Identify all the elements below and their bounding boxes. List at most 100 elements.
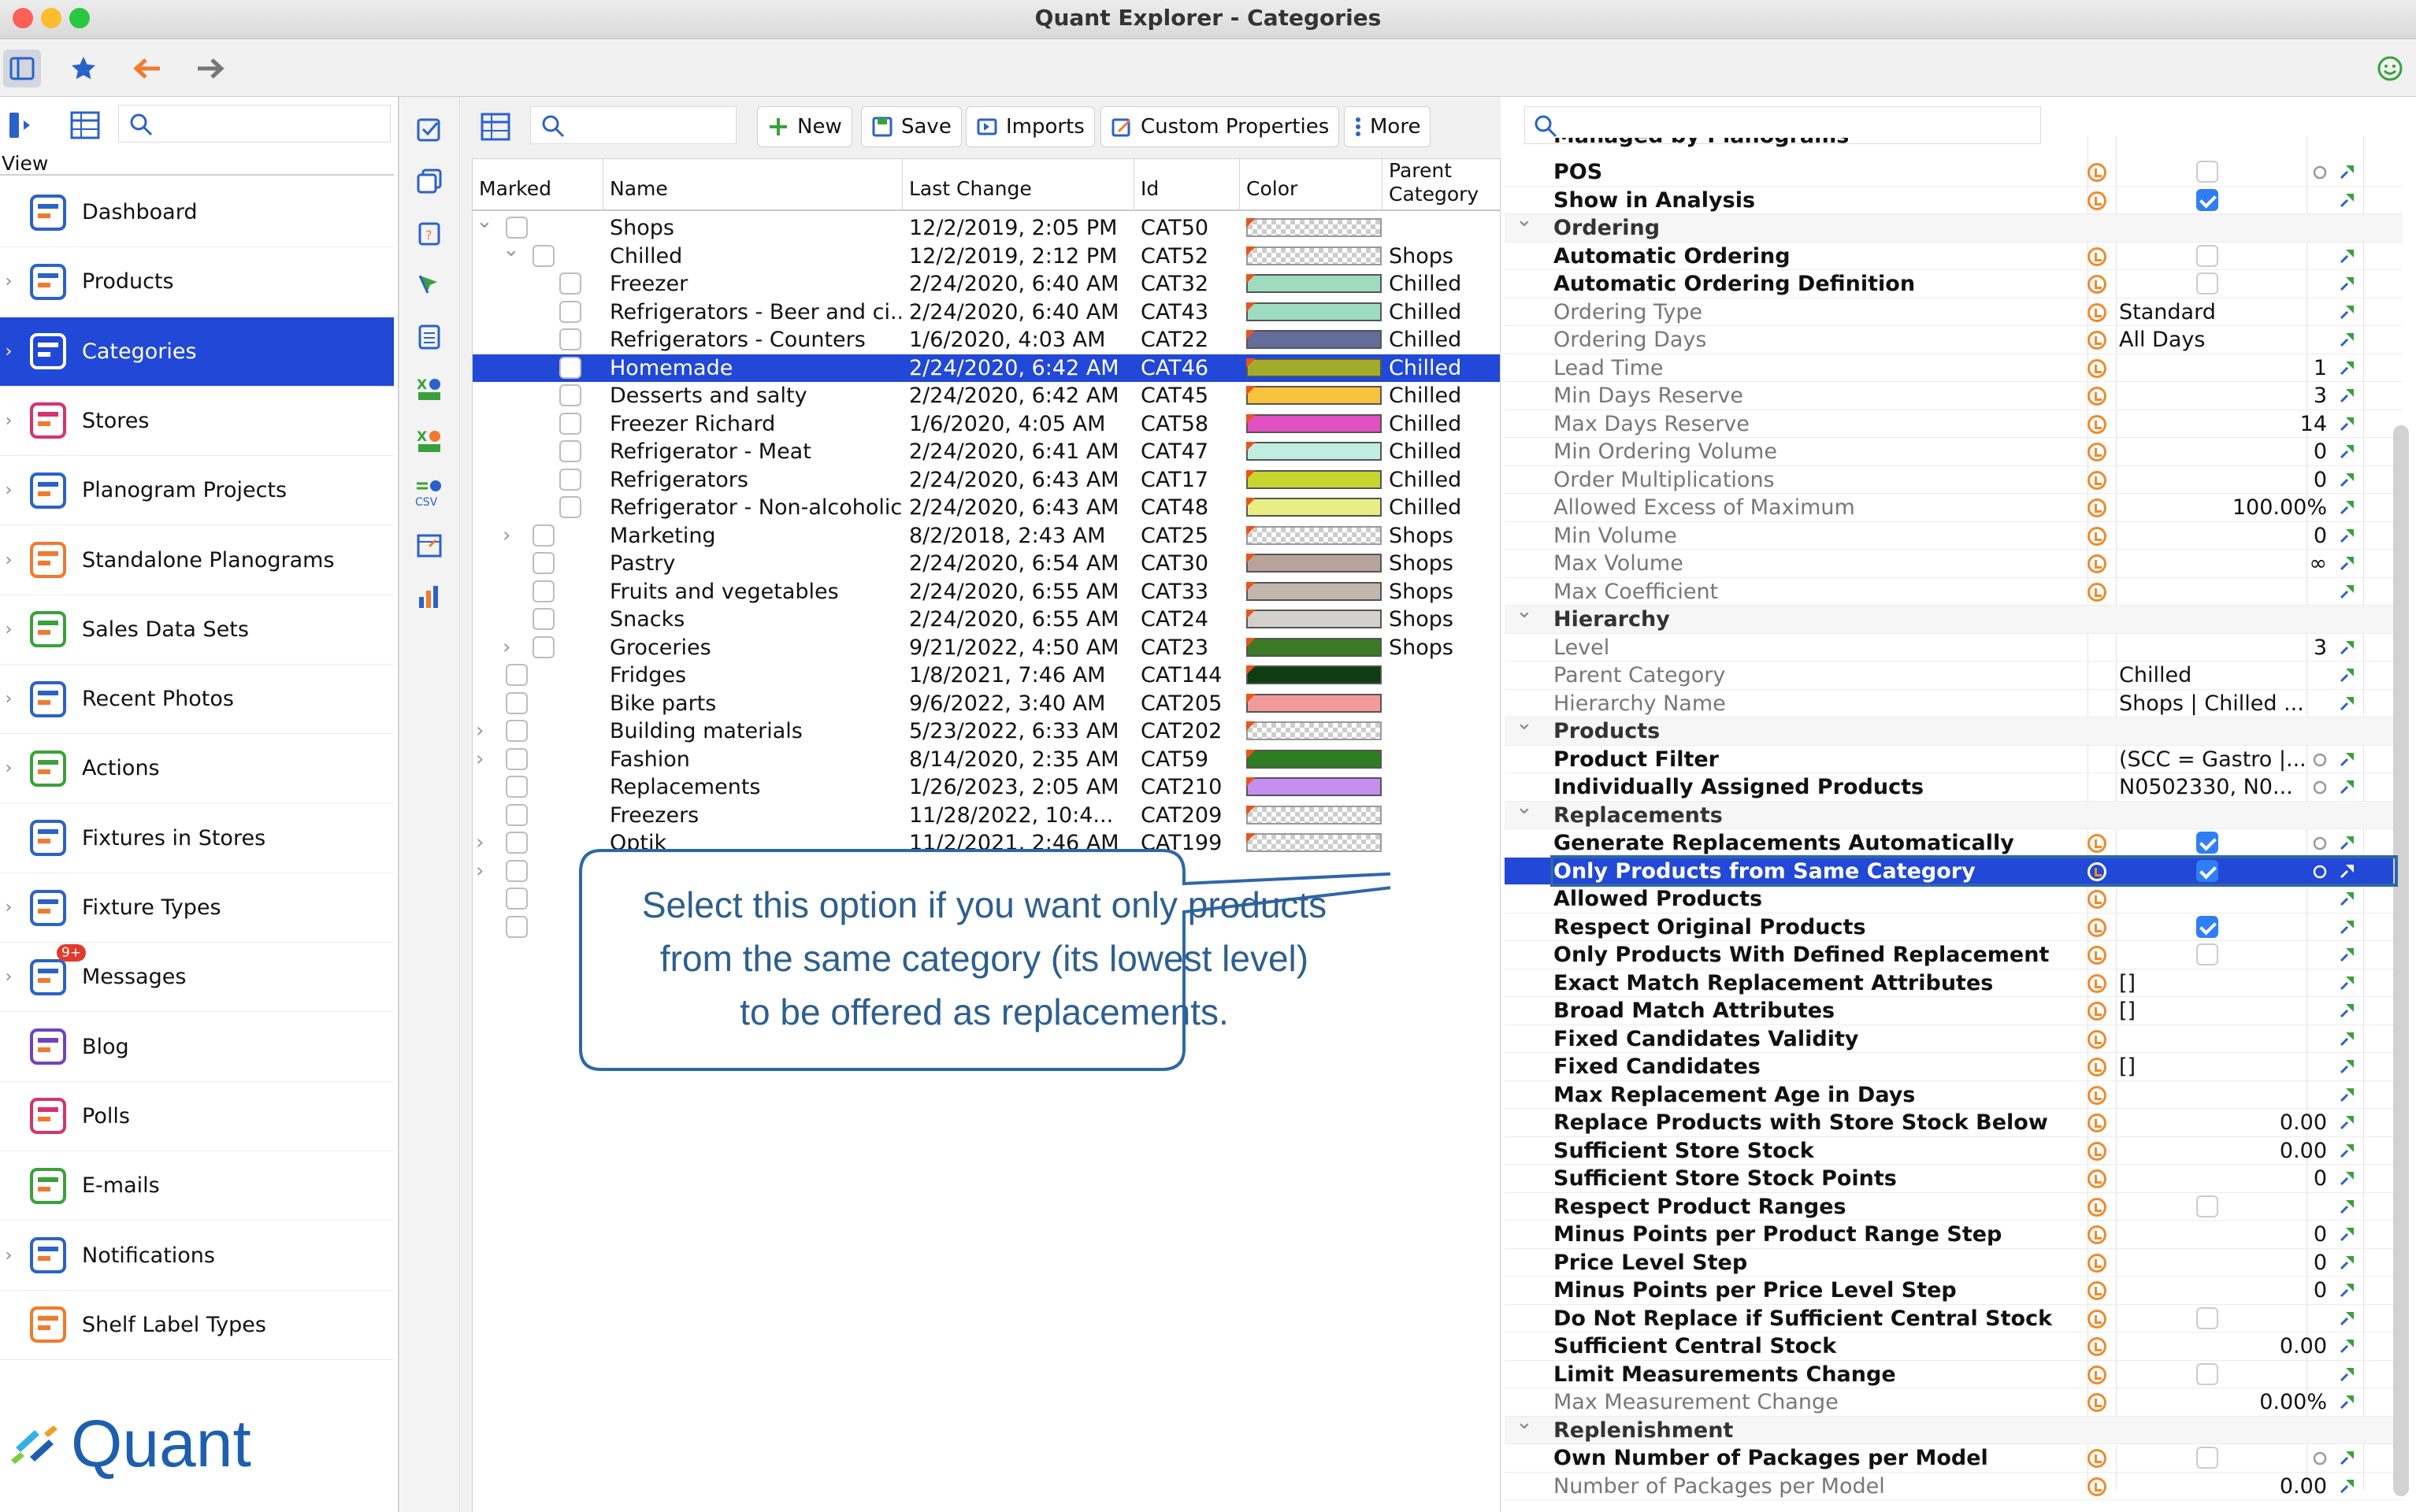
pin-property-icon[interactable] xyxy=(2338,1141,2357,1160)
property-row[interactable]: Individually Assigned Products N0502330, … xyxy=(1505,773,2403,802)
property-checkbox[interactable] xyxy=(2196,244,2218,267)
override-icon[interactable] xyxy=(2088,1058,2106,1077)
pin-property-icon[interactable] xyxy=(2338,665,2357,684)
smiley-feedback-icon[interactable] xyxy=(2371,50,2409,87)
property-value[interactable]: [] xyxy=(2119,1053,2136,1081)
property-row[interactable]: Minus Points per Price Level Step 0 xyxy=(1505,1277,2403,1305)
property-value[interactable]: 0.00 xyxy=(2280,1109,2327,1137)
row-checkbox[interactable] xyxy=(506,888,528,910)
property-group-header[interactable]: ⌄ Hierarchy xyxy=(1505,599,2403,634)
copy-icon[interactable] xyxy=(411,163,447,199)
override-icon[interactable] xyxy=(2088,1169,2106,1188)
row-checkbox[interactable] xyxy=(559,384,581,406)
property-row[interactable]: Do Not Replace if Sufficient Central Sto… xyxy=(1505,1305,2403,1332)
pin-property-icon[interactable] xyxy=(2338,1169,2357,1188)
property-checkbox[interactable] xyxy=(2196,272,2218,295)
nav-item-categories[interactable]: › Categories xyxy=(0,317,394,387)
property-row[interactable]: Replace Products with Store Stock Below 0… xyxy=(1505,1109,2403,1137)
custom-properties-button[interactable]: Custom Properties xyxy=(1100,106,1340,147)
color-swatch[interactable] xyxy=(1246,413,1382,433)
override-icon[interactable] xyxy=(2088,1281,2106,1300)
table-edit-icon[interactable] xyxy=(411,527,447,563)
pin-property-icon[interactable] xyxy=(2338,498,2357,517)
property-row[interactable]: Automatic Ordering xyxy=(1505,243,2403,270)
favorites-star-icon[interactable] xyxy=(65,50,102,87)
property-value[interactable]: 0 xyxy=(2314,1277,2327,1305)
nav-item-e-mails[interactable]: E-mails xyxy=(0,1151,394,1221)
chevron-right-icon[interactable]: › xyxy=(0,411,17,431)
property-row[interactable]: POS xyxy=(1505,158,2403,187)
collapse-group-icon[interactable]: ⌄ xyxy=(1516,710,1533,737)
back-arrow-icon[interactable] xyxy=(129,50,167,87)
pin-property-icon[interactable] xyxy=(2338,1113,2357,1132)
row-checkbox[interactable] xyxy=(533,636,555,658)
table-row[interactable]: Refrigerators - Beer and ci... 2/24/2020,… xyxy=(473,298,1500,327)
pin-property-icon[interactable] xyxy=(2338,917,2357,936)
color-swatch[interactable] xyxy=(1246,386,1382,405)
pin-property-icon[interactable] xyxy=(2338,1365,2357,1384)
pin-property-icon[interactable] xyxy=(2338,833,2357,852)
property-row[interactable]: Min Days Reserve 3 xyxy=(1505,382,2403,410)
row-checkbox[interactable] xyxy=(533,580,555,602)
override-icon[interactable] xyxy=(2088,526,2106,546)
table-row[interactable]: Refrigerator - Non-alcoholic 2/24/2020, 6… xyxy=(473,494,1500,522)
expand-toggle-icon[interactable]: › xyxy=(476,717,484,745)
property-row[interactable]: Max Measurement Change 0.00% xyxy=(1505,1388,2403,1417)
pin-property-icon[interactable] xyxy=(2338,1392,2357,1411)
row-checkbox[interactable] xyxy=(559,440,581,462)
pin-property-icon[interactable] xyxy=(2338,777,2357,796)
collapse-group-icon[interactable]: ⌄ xyxy=(1516,206,1533,234)
property-value[interactable]: 0 xyxy=(2314,1249,2327,1277)
pin-property-icon[interactable] xyxy=(2338,889,2357,908)
nav-item-fixtures-in-stores[interactable]: Fixtures in Stores xyxy=(0,804,394,873)
color-swatch[interactable] xyxy=(1246,610,1382,628)
pin-property-icon[interactable] xyxy=(2338,554,2357,573)
override-icon[interactable] xyxy=(2088,443,2106,461)
forward-arrow-icon[interactable] xyxy=(191,50,228,87)
override-icon[interactable] xyxy=(2088,1029,2106,1049)
row-checkbox[interactable] xyxy=(533,524,555,547)
property-row[interactable]: Own Number of Packages per Model xyxy=(1505,1444,2403,1473)
grid-view-icon[interactable] xyxy=(478,109,513,144)
list-view-icon[interactable] xyxy=(68,108,102,143)
override-icon[interactable] xyxy=(2088,470,2106,490)
property-row[interactable]: Parent Category Chilled xyxy=(1505,662,2403,690)
property-row[interactable]: Limit Measurements Change xyxy=(1505,1361,2403,1388)
property-value[interactable]: 0.00 xyxy=(2280,1137,2327,1166)
collapse-panel-icon[interactable] xyxy=(5,108,39,143)
color-swatch[interactable] xyxy=(1246,777,1382,796)
property-value[interactable]: 0 xyxy=(2314,1221,2327,1249)
override-icon[interactable] xyxy=(2088,1225,2106,1244)
property-value[interactable]: 0 xyxy=(2314,1165,2327,1193)
override-icon[interactable] xyxy=(2088,275,2106,294)
expand-toggle-icon[interactable]: › xyxy=(476,858,484,885)
property-row[interactable]: Show in Analysis xyxy=(1505,187,2403,214)
color-swatch[interactable] xyxy=(1246,581,1382,601)
property-row[interactable]: Allowed Excess of Maximum 100.00% xyxy=(1505,494,2403,522)
color-swatch[interactable] xyxy=(1246,274,1382,293)
color-swatch[interactable] xyxy=(1246,498,1382,517)
column-header-color[interactable]: Color xyxy=(1240,159,1382,211)
property-value[interactable]: 0.00 xyxy=(2280,1473,2327,1501)
pin-property-icon[interactable] xyxy=(2338,442,2357,461)
nav-item-actions[interactable]: › Actions xyxy=(0,734,394,804)
property-row[interactable]: Sufficient Store Stock 0.00 xyxy=(1505,1137,2403,1166)
row-checkbox[interactable] xyxy=(506,776,528,798)
column-header-parent-category[interactable]: Parent Category xyxy=(1382,159,1500,211)
property-row[interactable]: Max Replacement Age in Days xyxy=(1505,1081,2403,1109)
row-checkbox[interactable] xyxy=(559,328,581,350)
property-row[interactable]: Allowed Products xyxy=(1505,885,2403,914)
nav-item-fixture-types[interactable]: › Fixture Types xyxy=(0,873,394,943)
color-swatch[interactable] xyxy=(1246,442,1382,461)
color-swatch[interactable] xyxy=(1246,554,1382,573)
override-icon[interactable] xyxy=(2088,498,2106,517)
chevron-right-icon[interactable]: › xyxy=(0,758,17,778)
property-checkbox[interactable] xyxy=(2196,188,2218,211)
property-checkbox[interactable] xyxy=(2196,832,2218,854)
column-header-id[interactable]: Id xyxy=(1134,159,1240,211)
color-swatch[interactable] xyxy=(1246,693,1382,713)
row-checkbox[interactable] xyxy=(533,244,555,267)
nav-item-sales-data-sets[interactable]: › Sales Data Sets xyxy=(0,595,394,665)
property-value[interactable]: 14 xyxy=(2300,410,2327,439)
property-row[interactable]: Exact Match Replacement Attributes [] xyxy=(1505,969,2403,997)
